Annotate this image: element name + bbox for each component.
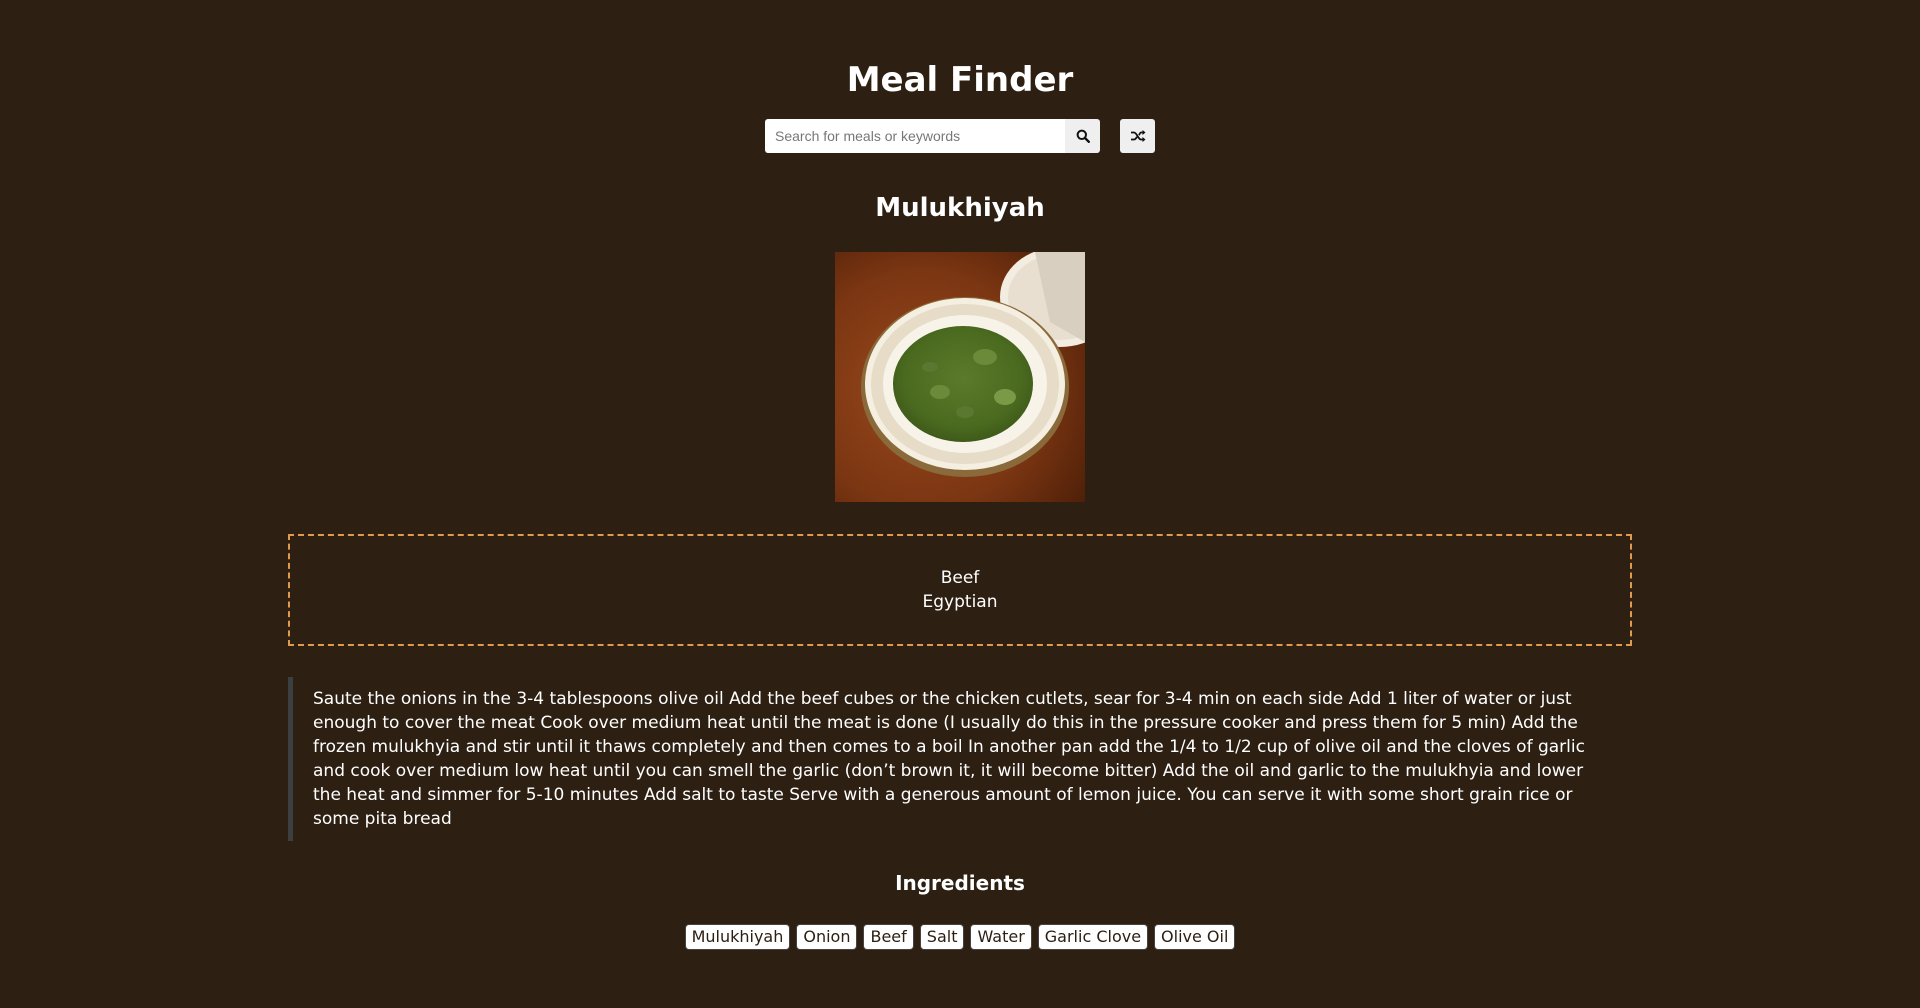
ingredient-tag: Water: [970, 924, 1032, 950]
meal-title: Mulukhiyah: [875, 193, 1045, 223]
random-meal-button[interactable]: [1120, 119, 1155, 153]
meal-info-box: Beef Egyptian: [288, 534, 1632, 646]
meal-image: [835, 252, 1085, 502]
ingredients-list: Mulukhiyah Onion Beef Salt Water Garlic …: [0, 924, 1920, 950]
meal-area: Egyptian: [922, 592, 998, 612]
search-icon: [1076, 129, 1090, 143]
meal-finder-app: Meal Finder Mulukhiyah: [0, 0, 1920, 1008]
shuffle-icon: [1130, 130, 1145, 142]
ingredients-heading: Ingredients: [895, 871, 1025, 895]
search-form: [765, 119, 1155, 153]
ingredient-tag: Onion: [796, 924, 858, 950]
ingredient-tag: Olive Oil: [1154, 924, 1236, 950]
meal-instructions: Saute the onions in the 3-4 tablespoons …: [288, 677, 1632, 841]
ingredient-tag: Beef: [863, 924, 914, 950]
page-title: Meal Finder: [846, 60, 1074, 100]
search-input[interactable]: [765, 119, 1065, 153]
ingredient-tag: Salt: [919, 924, 965, 950]
ingredient-tag: Garlic Clove: [1037, 924, 1149, 950]
ingredient-tag: Mulukhiyah: [684, 924, 791, 950]
meal-category: Beef: [940, 568, 980, 588]
search-button[interactable]: [1065, 119, 1100, 153]
